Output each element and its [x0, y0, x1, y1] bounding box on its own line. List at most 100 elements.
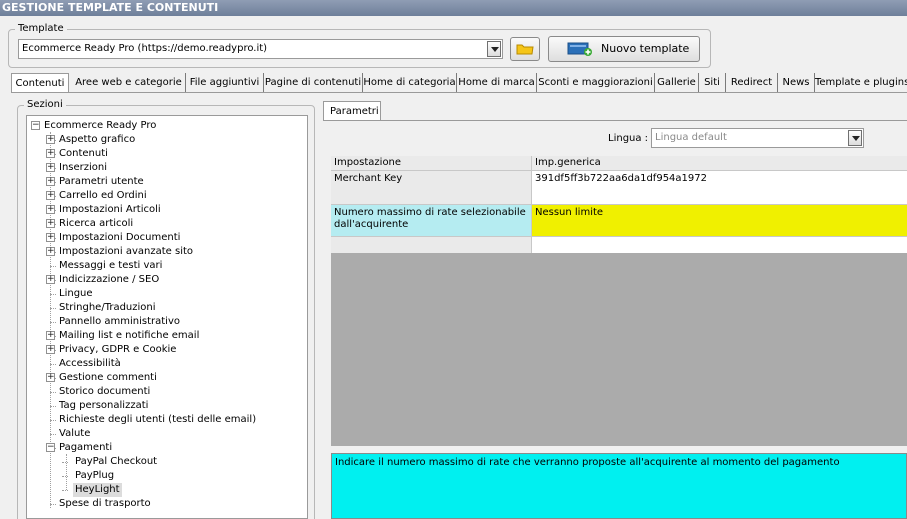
tree-connector: [50, 266, 56, 267]
sections-tree[interactable]: − Ecommerce Ready Pro + Aspetto grafico + C…: [26, 115, 308, 519]
expand-icon[interactable]: +: [46, 345, 55, 354]
tree-item-label: Stringhe/Traduzioni: [59, 302, 156, 313]
tree-connector: [50, 364, 56, 365]
tree-item-label: Pagamenti: [59, 442, 113, 453]
params-grid: Impostazione Imp.generica Merchant Key 3…: [331, 156, 907, 446]
chevron-down-icon[interactable]: [848, 130, 862, 146]
chevron-down-icon[interactable]: [487, 41, 501, 57]
tab-home-marca[interactable]: Home di marca: [457, 73, 537, 92]
sections-group-label: Sezioni: [24, 99, 66, 111]
grid-header: Impostazione Imp.generica: [331, 156, 907, 171]
setting-value-empty[interactable]: [532, 237, 907, 253]
tree-item-label: Mailing list e notifiche email: [59, 330, 200, 341]
tree-item-label: Lingue: [59, 288, 93, 299]
tab-pagine-contenuti[interactable]: Pagine di contenuti: [264, 73, 363, 92]
table-row[interactable]: Merchant Key 391df5ff3b722aa6da1df954a19…: [331, 171, 907, 205]
tree-connector: [50, 504, 56, 505]
template-group-label: Template: [15, 23, 67, 35]
tree-item-label: Accessibilità: [59, 358, 121, 369]
lingua-select-value: Lingua default: [655, 132, 727, 143]
description-text: Indicare il numero massimo di rate che v…: [335, 457, 840, 468]
expand-icon[interactable]: +: [46, 233, 55, 242]
tab-redirect[interactable]: Redirect: [726, 73, 778, 92]
expand-icon[interactable]: +: [46, 177, 55, 186]
template-select[interactable]: Ecommerce Ready Pro (https://demo.readyp…: [18, 39, 503, 59]
open-folder-button[interactable]: [510, 37, 540, 61]
tree-connector: [50, 322, 56, 323]
header-impostazione: Impostazione: [331, 156, 532, 171]
collapse-icon[interactable]: −: [31, 121, 40, 130]
collapse-icon[interactable]: −: [46, 443, 55, 452]
window-title: GESTIONE TEMPLATE E CONTENUTI: [0, 0, 907, 16]
tree-item-label: Aspetto grafico: [59, 134, 136, 145]
params-tabline: [323, 120, 907, 121]
expand-icon[interactable]: +: [46, 191, 55, 200]
table-row[interactable]: Numero massimo di rate selezionabile dal…: [331, 205, 907, 237]
tree-connector: [50, 308, 56, 309]
tree-item-label: Storico documenti: [59, 386, 151, 397]
expand-icon[interactable]: +: [46, 275, 55, 284]
tab-siti[interactable]: Siti: [699, 73, 726, 92]
tab-contenuti[interactable]: Contenuti: [11, 73, 69, 93]
tree-item-label: Pannello amministrativo: [59, 316, 181, 327]
lingua-label: Lingua :: [608, 133, 649, 144]
header-imp-generica: Imp.generica: [535, 157, 601, 168]
tree-item-label: Inserzioni: [59, 162, 108, 173]
tree-item-label: Tag personalizzati: [59, 400, 149, 411]
setting-value[interactable]: Nessun limite: [532, 205, 907, 237]
tree-item-label: Ricerca articoli: [59, 218, 134, 229]
tree-connector: [50, 406, 56, 407]
tree-item-label: Gestione commenti: [59, 372, 157, 383]
expand-icon[interactable]: +: [46, 205, 55, 214]
tab-file-aggiuntivi[interactable]: File aggiuntivi: [186, 73, 264, 92]
lingua-select[interactable]: Lingua default: [651, 128, 864, 148]
tree-item-label: Messaggi e testi vari: [59, 260, 163, 271]
new-template-icon: [567, 42, 592, 56]
tab-gallerie[interactable]: Gallerie: [655, 73, 699, 92]
tree-connector: [50, 392, 56, 393]
tab-aree-web[interactable]: Aree web e categorie: [72, 73, 186, 92]
expand-icon[interactable]: +: [46, 163, 55, 172]
tree-connector: [62, 490, 68, 491]
tab-home-categoria[interactable]: Home di categoria: [363, 73, 457, 92]
tree-item-label: Richieste degli utenti (testi delle emai…: [59, 414, 257, 425]
tree-item-label: Parametri utente: [59, 176, 144, 187]
expand-icon[interactable]: +: [46, 219, 55, 228]
tree-item-label: Impostazioni Documenti: [59, 232, 181, 243]
tab-template-plugins[interactable]: Template e plugins: [815, 73, 907, 92]
expand-icon[interactable]: +: [46, 331, 55, 340]
tree-item-label: HeyLight: [73, 483, 122, 497]
tree-connector: [62, 476, 68, 477]
tab-news[interactable]: News: [778, 73, 815, 92]
tree-item-label: Indicizzazione / SEO: [59, 274, 160, 285]
folder-icon: [516, 44, 534, 55]
tree-item-label: Impostazioni Articoli: [59, 204, 161, 215]
setting-name: Numero massimo di rate selezionabile dal…: [331, 205, 532, 237]
expand-icon[interactable]: +: [46, 247, 55, 256]
tree-item-label: Spese di trasporto: [59, 498, 151, 509]
setting-value[interactable]: 391df5ff3b722aa6da1df954a1972: [532, 171, 907, 205]
tree-item-label: Valute: [59, 428, 91, 439]
tree-item-label: Privacy, GDPR e Cookie: [59, 344, 177, 355]
tree-item-label: Contenuti: [59, 148, 108, 159]
expand-icon[interactable]: +: [46, 149, 55, 158]
template-select-value: Ecommerce Ready Pro (https://demo.readyp…: [22, 43, 268, 54]
tree-item-label: PayPal Checkout: [75, 456, 158, 467]
tree-connector: [50, 434, 56, 435]
table-row[interactable]: [331, 237, 907, 253]
tree-item-label: Impostazioni avanzate sito: [59, 246, 194, 257]
setting-name-empty: [331, 237, 532, 253]
tab-underline: [11, 92, 907, 93]
new-template-button[interactable]: Nuovo template: [548, 36, 700, 62]
expand-icon[interactable]: +: [46, 373, 55, 382]
new-template-label: Nuovo template: [601, 42, 690, 55]
expand-icon[interactable]: +: [46, 135, 55, 144]
tree-guide: [66, 454, 67, 490]
tab-parametri[interactable]: Parametri: [323, 101, 381, 121]
tree-connector: [50, 420, 56, 421]
tab-sconti[interactable]: Sconti e maggiorazioni: [537, 73, 655, 92]
tab-parametri-label: Parametri: [330, 106, 379, 117]
tree-root-label: Ecommerce Ready Pro: [44, 120, 157, 131]
setting-name: Merchant Key: [331, 171, 532, 205]
tree-item-label: Carrello ed Ordini: [59, 190, 147, 201]
